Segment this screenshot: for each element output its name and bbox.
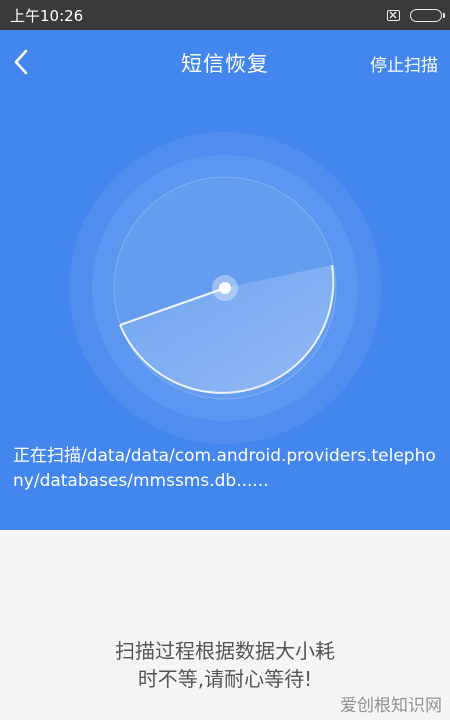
watermark: 爱创根知识网	[340, 696, 442, 716]
scan-hint-line1: 扫描过程根据数据大小耗	[115, 639, 335, 663]
status-bar: 上午10:26	[0, 0, 450, 30]
stop-scan-button[interactable]: 停止扫描	[370, 51, 438, 76]
scan-panel: 短信恢复 停止扫描 正在扫描/data/data/com.android.pro…	[0, 30, 450, 530]
status-time: 上午10:26	[10, 6, 84, 25]
no-sim-icon	[387, 9, 400, 21]
scan-hint-line2: 时不等,请耐心等待!	[137, 667, 313, 691]
status-icons	[387, 8, 445, 22]
radar-scanner	[69, 132, 381, 444]
scan-status-text: 正在扫描/data/data/com.android.providers.tel…	[13, 446, 436, 491]
radar-center-dot	[219, 282, 231, 294]
battery-icon	[410, 8, 445, 22]
scan-hint: 扫描过程根据数据大小耗 时不等,请耐心等待!	[0, 637, 450, 693]
nav-bar: 短信恢复 停止扫描	[0, 30, 450, 94]
